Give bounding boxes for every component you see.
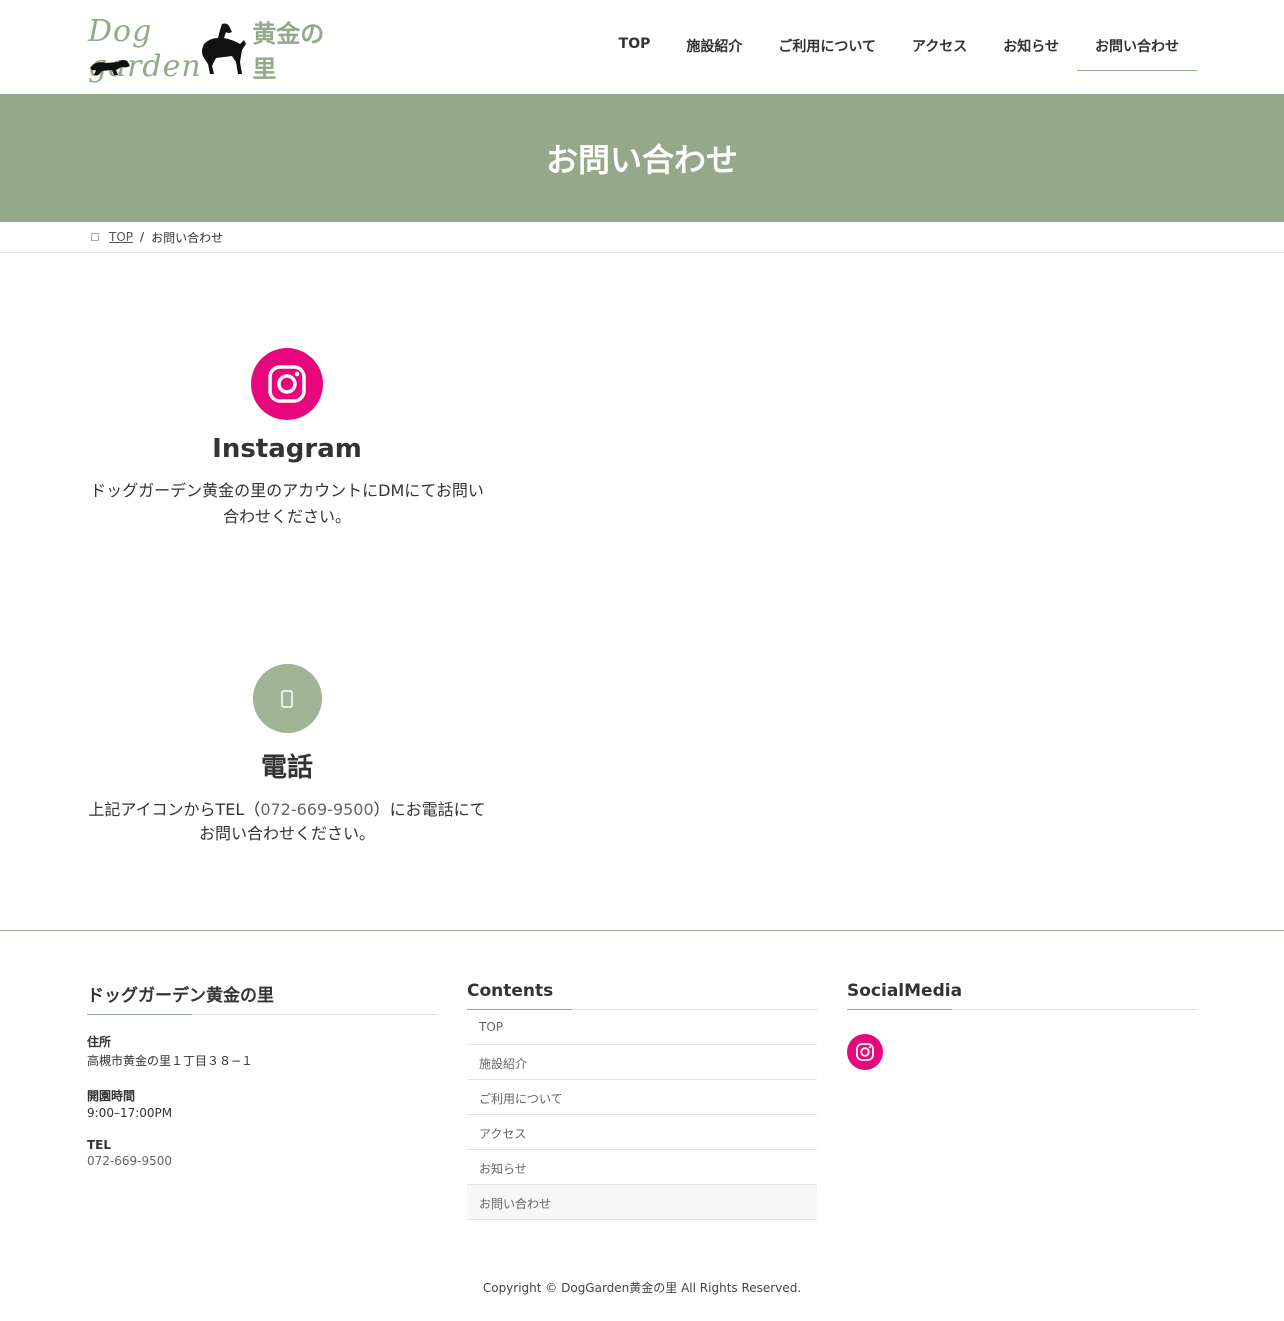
footer-link-contact[interactable]: お問い合わせ (467, 1185, 817, 1220)
address-label: 住所 (87, 1035, 112, 1049)
dog-logo-icon (202, 23, 246, 74)
nav-news[interactable]: お知らせ (985, 26, 1077, 71)
nav-facilities[interactable]: 施設紹介 (668, 26, 760, 71)
phone-contact-text: 上記アイコンからTEL（072-669-9500）にお電話にてお問い合わせくださ… (87, 798, 487, 846)
page-title: お問い合わせ (545, 141, 738, 179)
site-header: Dog garden 黄金の里 TOP 施設紹介 ご利用について アクセス お知… (0, 0, 1284, 94)
nav-contact[interactable]: お問い合わせ (1077, 26, 1197, 71)
site-footer: ドッグガーデン黄金の里 住所 高槻市黄金の里１丁目３８−１ 開園時間 9:00–… (0, 930, 1284, 1321)
logo-jp-text: 黄金の里 (252, 20, 325, 83)
phone-number-link[interactable]: 072-669-9500 (260, 800, 373, 819)
tel-label: TEL (87, 1138, 112, 1152)
main-nav: TOP 施設紹介 ご利用について アクセス お知らせ お問い合わせ (601, 26, 1197, 71)
footer-link-news[interactable]: お知らせ (467, 1150, 817, 1185)
footer-social-title: SocialMedia (847, 981, 1197, 1010)
footer-contents-list: TOP 施設紹介 ご利用について アクセス お知らせ お問い合わせ (467, 1010, 817, 1220)
footer-instagram-icon[interactable] (847, 1034, 883, 1070)
nav-access[interactable]: アクセス (894, 26, 985, 71)
phone-contact-title: 電話 (260, 753, 313, 783)
tel-value[interactable]: 072-669-9500 (87, 1154, 437, 1168)
footer-info-title: ドッグガーデン黄金の里 (87, 981, 437, 1015)
breadcrumb-separator: / (140, 230, 145, 244)
footer-link-top[interactable]: TOP (467, 1010, 817, 1045)
footer-social: SocialMedia (847, 981, 1197, 1070)
instagram-contact-block: Instagram ドッグガーデン黄金の里のアカウントにDMにてお問い合わせくだ… (87, 348, 487, 530)
address-value: 高槻市黄金の里１丁目３８−１ (87, 1054, 254, 1068)
puppy-logo-icon (90, 60, 130, 75)
footer-link-access[interactable]: アクセス (467, 1115, 817, 1150)
page-hero: お問い合わせ (0, 94, 1284, 222)
footer-contents: Contents TOP 施設紹介 ご利用について アクセス お知らせ お問い合… (467, 981, 817, 1220)
footer-link-usage[interactable]: ご利用について (467, 1080, 817, 1115)
instagram-icon[interactable] (251, 348, 323, 420)
footer-info: ドッグガーデン黄金の里 住所 高槻市黄金の里１丁目３８−１ 開園時間 9:00–… (87, 981, 437, 1168)
footer-contents-title: Contents (467, 981, 817, 1010)
instagram-contact-text: ドッグガーデン黄金の里のアカウントにDMにてお問い合わせください。 (90, 481, 484, 526)
phone-text-before: 上記アイコンからTEL（ (88, 800, 261, 819)
footer-link-facilities[interactable]: 施設紹介 (467, 1045, 817, 1080)
breadcrumb: TOP / お問い合わせ (0, 222, 1284, 253)
hours-label: 開園時間 (87, 1089, 136, 1103)
copyright: Copyright © DogGarden黄金の里 All Rights Res… (482, 1281, 802, 1295)
home-icon (91, 233, 99, 241)
phone-icon[interactable] (252, 664, 322, 733)
footer-info-list: 住所 高槻市黄金の里１丁目３８−１ 開園時間 9:00–17:00PM TEL … (87, 1033, 437, 1168)
instagram-contact-title: Instagram (212, 434, 362, 464)
nav-usage[interactable]: ご利用について (760, 26, 894, 71)
breadcrumb-home-link[interactable]: TOP (109, 230, 133, 244)
nav-top[interactable]: TOP (601, 26, 669, 71)
hours-value: 9:00–17:00PM (87, 1106, 173, 1120)
breadcrumb-current: お問い合わせ (151, 230, 224, 245)
site-logo[interactable]: Dog garden 黄金の里 (88, 14, 338, 84)
phone-contact-block: 電話 上記アイコンからTEL（072-669-9500）にお電話にてお問い合わせ… (87, 664, 487, 846)
